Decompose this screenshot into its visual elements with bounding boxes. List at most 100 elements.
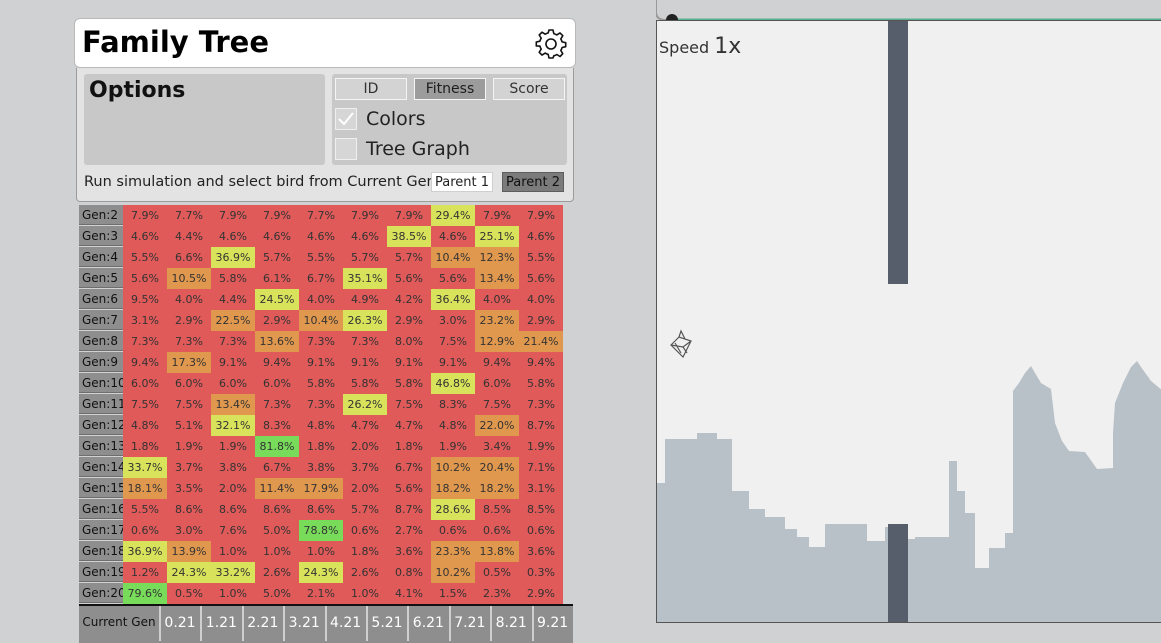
fitness-cell[interactable]: 4.0% (519, 289, 563, 310)
fitness-cell[interactable]: 3.0% (431, 310, 475, 331)
fitness-cell[interactable]: 0.5% (167, 583, 211, 604)
fitness-cell[interactable]: 8.7% (519, 415, 563, 436)
sort-id-button[interactable]: ID (335, 78, 407, 100)
game-canvas[interactable] (656, 20, 1161, 623)
fitness-cell[interactable]: 8.0% (387, 331, 431, 352)
fitness-cell[interactable]: 8.6% (167, 499, 211, 520)
fitness-cell[interactable]: 0.6% (519, 520, 563, 541)
fitness-cell[interactable]: 4.4% (167, 226, 211, 247)
fitness-cell[interactable]: 38.5% (387, 226, 431, 247)
fitness-cell[interactable]: 1.8% (123, 436, 167, 457)
fitness-cell[interactable]: 5.1% (167, 415, 211, 436)
fitness-cell[interactable]: 5.6% (387, 268, 431, 289)
fitness-cell[interactable]: 26.2% (343, 394, 387, 415)
fitness-cell[interactable]: 1.0% (343, 583, 387, 604)
fitness-cell[interactable]: 8.3% (431, 394, 475, 415)
fitness-cell[interactable]: 1.9% (167, 436, 211, 457)
fitness-cell[interactable]: 13.4% (211, 394, 255, 415)
fitness-cell[interactable]: 5.5% (299, 247, 343, 268)
fitness-cell[interactable]: 4.6% (211, 226, 255, 247)
fitness-cell[interactable]: 78.8% (299, 520, 343, 541)
fitness-cell[interactable]: 10.4% (299, 310, 343, 331)
fitness-cell[interactable]: 2.9% (519, 583, 563, 604)
fitness-cell[interactable]: 4.6% (431, 226, 475, 247)
sort-fitness-button[interactable]: Fitness (414, 78, 486, 100)
current-gen-bird[interactable]: 8.21 (490, 606, 530, 641)
fitness-cell[interactable]: 2.0% (211, 478, 255, 499)
fitness-cell[interactable]: 5.8% (387, 373, 431, 394)
fitness-cell[interactable]: 2.6% (255, 562, 299, 583)
fitness-cell[interactable]: 2.9% (255, 310, 299, 331)
fitness-cell[interactable]: 7.5% (475, 394, 519, 415)
fitness-cell[interactable]: 24.3% (299, 562, 343, 583)
fitness-cell[interactable]: 29.4% (431, 205, 475, 226)
fitness-cell[interactable]: 13.4% (475, 268, 519, 289)
fitness-cell[interactable]: 1.0% (255, 541, 299, 562)
current-gen-bird[interactable]: 5.21 (366, 606, 406, 641)
fitness-cell[interactable]: 3.8% (211, 457, 255, 478)
fitness-cell[interactable]: 18.2% (475, 478, 519, 499)
fitness-cell[interactable]: 10.5% (167, 268, 211, 289)
fitness-cell[interactable]: 24.3% (167, 562, 211, 583)
current-gen-bird[interactable]: 3.21 (283, 606, 323, 641)
fitness-cell[interactable]: 5.5% (123, 247, 167, 268)
fitness-cell[interactable]: 7.9% (255, 205, 299, 226)
fitness-cell[interactable]: 36.9% (123, 541, 167, 562)
fitness-cell[interactable]: 5.5% (123, 499, 167, 520)
fitness-cell[interactable]: 13.6% (255, 331, 299, 352)
fitness-cell[interactable]: 5.8% (519, 373, 563, 394)
fitness-cell[interactable]: 4.7% (343, 415, 387, 436)
fitness-cell[interactable]: 0.3% (519, 562, 563, 583)
fitness-cell[interactable]: 1.8% (343, 541, 387, 562)
fitness-cell[interactable]: 3.5% (167, 478, 211, 499)
fitness-cell[interactable]: 22.0% (475, 415, 519, 436)
fitness-cell[interactable]: 1.0% (299, 541, 343, 562)
parent1-button[interactable]: Parent 1 (431, 172, 493, 192)
fitness-cell[interactable]: 1.0% (211, 583, 255, 604)
fitness-cell[interactable]: 7.5% (431, 331, 475, 352)
fitness-cell[interactable]: 7.3% (343, 331, 387, 352)
fitness-cell[interactable]: 32.1% (211, 415, 255, 436)
fitness-cell[interactable]: 7.5% (167, 394, 211, 415)
fitness-cell[interactable]: 6.1% (255, 268, 299, 289)
current-gen-bird[interactable]: 7.21 (448, 606, 489, 641)
fitness-cell[interactable]: 3.6% (387, 541, 431, 562)
fitness-cell[interactable]: 6.0% (475, 373, 519, 394)
fitness-cell[interactable]: 9.4% (123, 352, 167, 373)
fitness-cell[interactable]: 7.9% (211, 205, 255, 226)
current-gen-bird[interactable]: 6.21 (407, 606, 447, 641)
fitness-cell[interactable]: 2.7% (387, 520, 431, 541)
fitness-cell[interactable]: 2.1% (299, 583, 343, 604)
fitness-cell[interactable]: 3.7% (343, 457, 387, 478)
fitness-cell[interactable]: 7.5% (123, 394, 167, 415)
fitness-cell[interactable]: 6.7% (255, 457, 299, 478)
fitness-cell[interactable]: 4.0% (299, 289, 343, 310)
fitness-cell[interactable]: 8.6% (255, 499, 299, 520)
fitness-cell[interactable]: 2.9% (167, 310, 211, 331)
fitness-cell[interactable]: 2.6% (343, 562, 387, 583)
fitness-cell[interactable]: 11.4% (255, 478, 299, 499)
fitness-cell[interactable]: 6.0% (123, 373, 167, 394)
fitness-cell[interactable]: 17.3% (167, 352, 211, 373)
fitness-cell[interactable]: 12.3% (475, 247, 519, 268)
fitness-cell[interactable]: 6.6% (167, 247, 211, 268)
fitness-cell[interactable]: 28.6% (431, 499, 475, 520)
fitness-cell[interactable]: 5.6% (431, 268, 475, 289)
fitness-cell[interactable]: 81.8% (255, 436, 299, 457)
fitness-cell[interactable]: 5.6% (387, 478, 431, 499)
fitness-cell[interactable]: 7.3% (255, 394, 299, 415)
fitness-cell[interactable]: 7.3% (211, 331, 255, 352)
fitness-cell[interactable]: 6.0% (255, 373, 299, 394)
fitness-cell[interactable]: 5.0% (255, 583, 299, 604)
fitness-cell[interactable]: 3.8% (299, 457, 343, 478)
colors-checkbox[interactable] (335, 108, 357, 130)
fitness-cell[interactable]: 5.6% (519, 268, 563, 289)
current-gen-bird[interactable]: 0.21 (159, 606, 199, 641)
fitness-cell[interactable]: 5.7% (343, 247, 387, 268)
fitness-cell[interactable]: 0.6% (343, 520, 387, 541)
fitness-cell[interactable]: 0.6% (475, 520, 519, 541)
fitness-cell[interactable]: 9.4% (475, 352, 519, 373)
fitness-cell[interactable]: 7.3% (519, 394, 563, 415)
fitness-cell[interactable]: 9.1% (299, 352, 343, 373)
fitness-cell[interactable]: 7.3% (299, 394, 343, 415)
